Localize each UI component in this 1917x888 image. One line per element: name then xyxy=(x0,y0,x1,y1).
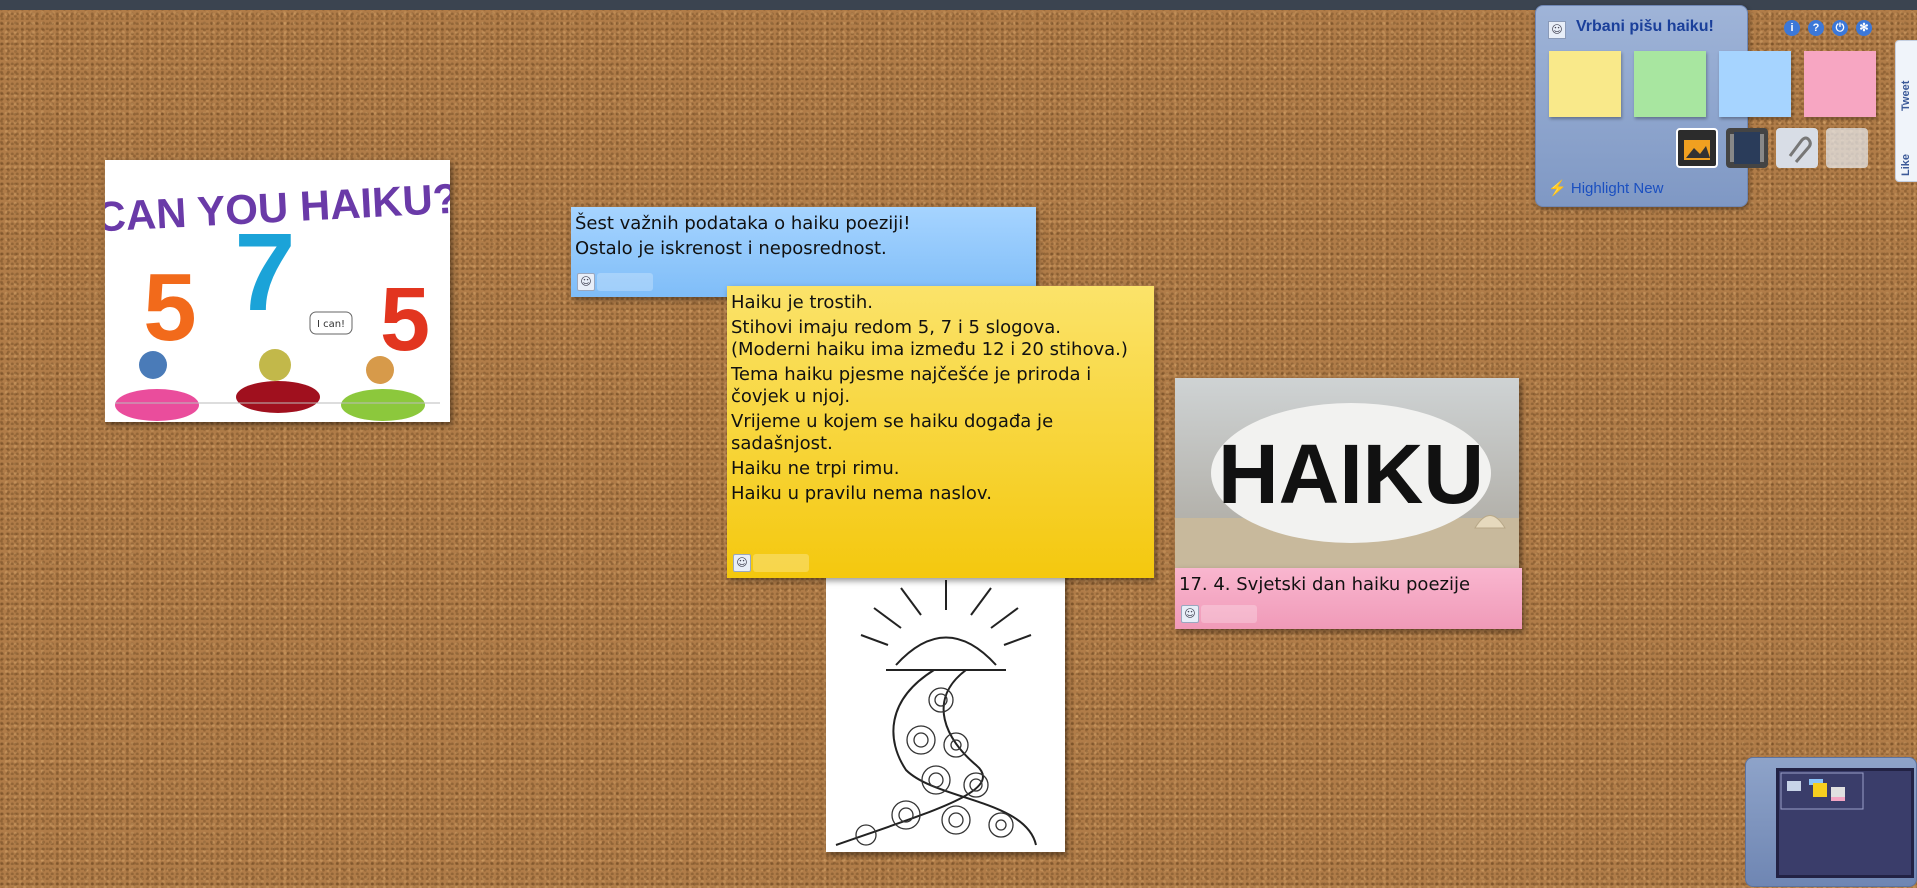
note-text: Haiku je trostih. xyxy=(731,292,874,313)
minimap-viewport[interactable] xyxy=(1776,768,1914,878)
author-avatar-icon: ☺ xyxy=(733,554,751,572)
can-you-haiku-illustration: CAN YOU HAIKU? 5 7 5 I can! xyxy=(105,175,450,421)
attachment-icon[interactable] xyxy=(1776,128,1818,168)
power-icon[interactable]: ⏻ xyxy=(1832,20,1848,36)
spiral-path-illustration xyxy=(835,580,1037,846)
sticky-note-pink[interactable]: 17. 4. Svjetski dan haiku poezije ☺ xyxy=(1175,568,1522,629)
help-icon[interactable]: ? xyxy=(1808,20,1824,36)
note-text: Haiku ne trpi rimu. xyxy=(731,458,900,479)
board-minimap[interactable] xyxy=(1745,757,1917,887)
note-text: Vrijeme u kojem se haiku događa je sadaš… xyxy=(731,411,1054,454)
note-text: (Moderni haiku ima između 12 i 20 stihov… xyxy=(731,339,1128,360)
note-text: Stihovi imaju redom 5, 7 i 5 slogova. xyxy=(731,317,1061,338)
board-title[interactable]: Vrbani pišu haiku! xyxy=(1576,18,1714,36)
board-control-panel: ☺ Vrbani pišu haiku! i ? ⏻ ✻ ⚡ Highlight… xyxy=(1535,5,1876,207)
watermark xyxy=(753,554,809,572)
syllable-number-third: 5 xyxy=(380,270,430,370)
author-avatar-icon: ☺ xyxy=(577,273,595,291)
author-avatar-icon: ☺ xyxy=(1181,605,1199,623)
highlight-new-link[interactable]: ⚡ Highlight New xyxy=(1548,179,1663,197)
board-owner-icon: ☺ xyxy=(1548,21,1566,39)
new-pink-note-button[interactable] xyxy=(1804,51,1876,117)
stone-text: HAIKU xyxy=(1218,427,1484,521)
syllable-number-second: 7 xyxy=(234,211,295,334)
note-text: Ostalo je iskrenost i neposrednost. xyxy=(575,238,887,259)
settings-icon[interactable]: ✻ xyxy=(1856,20,1872,36)
image-icon[interactable] xyxy=(1676,128,1718,168)
haiku-stone-image[interactable]: HAIKU xyxy=(1175,378,1519,570)
new-green-note-button[interactable] xyxy=(1634,51,1706,117)
watermark xyxy=(1201,605,1257,623)
can-you-haiku-image[interactable]: CAN YOU HAIKU? 5 7 5 I can! xyxy=(105,160,450,422)
tweet-button[interactable]: Tweet xyxy=(1900,81,1912,111)
note-text: Haiku u pravilu nema naslov. xyxy=(731,483,992,504)
note-text: Tema haiku pjesme najčešće je priroda i … xyxy=(731,364,1092,407)
like-button[interactable]: Like xyxy=(1900,154,1912,176)
video-icon[interactable] xyxy=(1726,128,1768,168)
info-icon[interactable]: i xyxy=(1784,20,1800,36)
note-text: Šest važnih podataka o haiku poeziji! xyxy=(575,213,911,234)
social-share-strip: Tweet Like xyxy=(1895,40,1917,182)
new-yellow-note-button[interactable] xyxy=(1549,51,1621,117)
sticky-note-blue[interactable]: Šest važnih podataka o haiku poeziji! Os… xyxy=(571,207,1036,297)
syllable-number-first: 5 xyxy=(143,254,196,361)
watermark xyxy=(597,273,653,291)
note-text: 17. 4. Svjetski dan haiku poezije xyxy=(1179,574,1471,595)
sticky-note-yellow[interactable]: Haiku je trostih. Stihovi imaju redom 5,… xyxy=(727,286,1154,578)
speech-bubble: I can! xyxy=(317,319,345,330)
haiku-stone-illustration: HAIKU xyxy=(1175,403,1519,570)
spiral-path-drawing[interactable] xyxy=(826,570,1065,852)
new-blue-note-button[interactable] xyxy=(1719,51,1791,117)
blank-note-icon[interactable] xyxy=(1826,128,1868,168)
